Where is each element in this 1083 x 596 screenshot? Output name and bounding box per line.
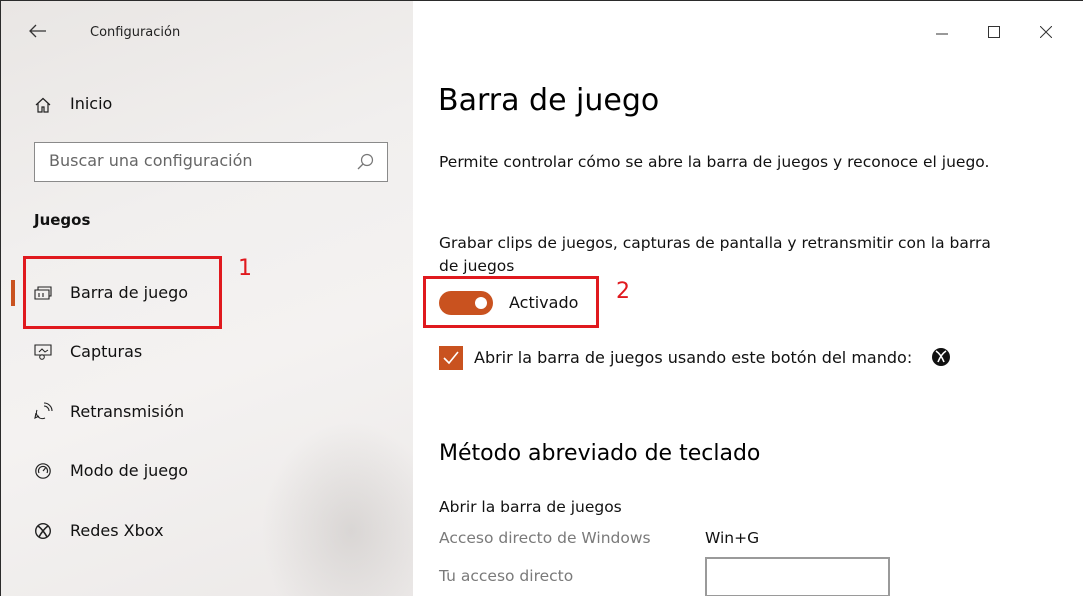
- record-description: Grabar clips de juegos, capturas de pant…: [439, 234, 991, 275]
- sidebar-item-home-label: Inicio: [70, 94, 113, 113]
- maximize-button[interactable]: [980, 19, 1008, 47]
- minimize-icon: [936, 33, 948, 35]
- shortcut-section-title: Método abreviado de teclado: [439, 441, 761, 466]
- sidebar-item-capturas[interactable]: Capturas: [1, 332, 413, 372]
- checkmark-icon: [443, 351, 459, 365]
- maximize-icon: [988, 26, 1000, 38]
- page-description: Permite controlar cómo se abre la barra …: [439, 153, 990, 171]
- xbox-button-icon: [932, 348, 950, 366]
- active-indicator: [11, 280, 15, 306]
- back-arrow-icon: [29, 24, 46, 38]
- windows-shortcut-value: Win+G: [705, 529, 760, 547]
- annotation-box-2: [423, 276, 599, 328]
- sidebar-item-label: Modo de juego: [70, 461, 189, 480]
- sidebar-item-label: Redes Xbox: [70, 521, 164, 540]
- home-icon: [31, 93, 55, 117]
- sidebar-item-label: Retransmisión: [70, 402, 185, 421]
- shortcut-header: Abrir la barra de juegos: [439, 498, 622, 516]
- close-button[interactable]: [1032, 19, 1060, 47]
- search-input[interactable]: [49, 151, 349, 170]
- close-icon: [1039, 25, 1053, 39]
- custom-shortcut-label: Tu acceso directo: [439, 567, 574, 585]
- back-button[interactable]: [29, 19, 57, 43]
- annotation-box-1: [23, 256, 222, 329]
- sidebar-item-home[interactable]: Inicio: [1, 87, 413, 123]
- section-title: Juegos: [34, 211, 91, 229]
- app-title: Configuración: [90, 25, 181, 40]
- game-mode-icon: [31, 459, 55, 483]
- title-bar: Configuración: [1, 1, 413, 61]
- sidebar-item-retransmision[interactable]: Retransmisión: [1, 392, 413, 432]
- sidebar-item-label: Capturas: [70, 342, 143, 361]
- main-content: Barra de juego Permite controlar cómo se…: [413, 1, 1083, 596]
- sidebar-item-modo-de-juego[interactable]: Modo de juego: [1, 451, 413, 491]
- windows-shortcut-label: Acceso directo de Windows: [439, 529, 651, 547]
- window-controls: [924, 1, 1083, 61]
- xbox-icon: [31, 519, 55, 543]
- captures-icon: [31, 340, 55, 364]
- broadcast-icon: [31, 400, 55, 424]
- annotation-number-1: 1: [238, 256, 252, 281]
- controller-button-checkbox[interactable]: [439, 346, 463, 370]
- minimize-button[interactable]: [928, 19, 956, 47]
- page-title: Barra de juego: [438, 83, 660, 118]
- sidebar-item-redes-xbox[interactable]: Redes Xbox: [1, 511, 413, 551]
- search-box[interactable]: [34, 142, 388, 182]
- annotation-number-2: 2: [616, 279, 630, 304]
- sidebar: Configuración Inicio Juegos: [1, 1, 413, 596]
- checkbox-label: Abrir la barra de juegos usando este bot…: [474, 348, 913, 367]
- search-icon[interactable]: [355, 152, 375, 172]
- settings-window: Configuración Inicio Juegos: [0, 0, 1083, 596]
- custom-shortcut-input[interactable]: [705, 557, 890, 596]
